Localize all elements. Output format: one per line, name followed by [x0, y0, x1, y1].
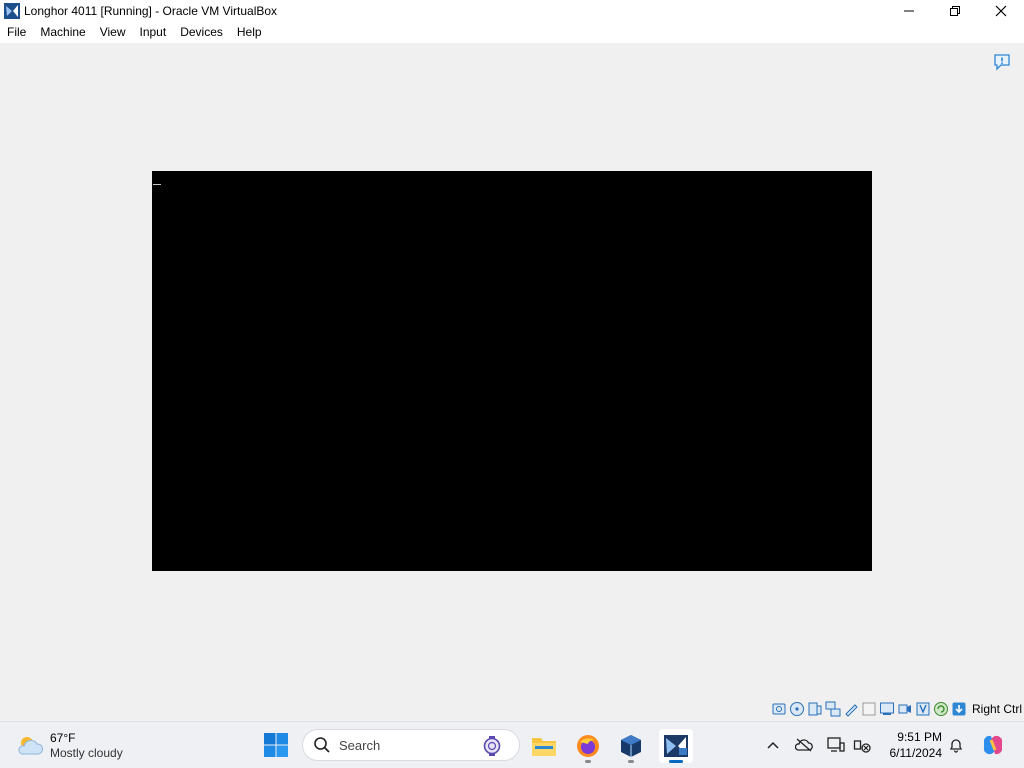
firefox-icon [577, 735, 599, 757]
active-indicator [669, 760, 683, 763]
display-project-icon [827, 737, 845, 752]
audio-icon[interactable] [807, 701, 823, 717]
window-title: Longhor 4011 [Running] - Oracle VM Virtu… [24, 4, 278, 18]
bell-icon [949, 739, 963, 753]
system-clock[interactable]: 9:51 PM 6/11/2024 [876, 729, 943, 761]
menu-help[interactable]: Help [230, 22, 269, 43]
notifications-button[interactable] [947, 736, 965, 754]
usb-icon[interactable] [843, 701, 859, 717]
optical-drive-icon[interactable] [789, 701, 805, 717]
tray-network[interactable] [853, 736, 871, 754]
copilot-button[interactable] [980, 732, 1006, 758]
weather-condition: Mostly cloudy [50, 746, 123, 760]
minimize-button[interactable] [886, 0, 932, 22]
host-key-label: Right Ctrl [971, 702, 1022, 716]
menu-devices[interactable]: Devices [173, 22, 230, 43]
status-indicators [771, 701, 967, 717]
weather-temperature: 67°F [50, 731, 76, 745]
text-cursor [153, 184, 161, 185]
hard-disk-icon[interactable] [771, 701, 787, 717]
taskbar-file-explorer[interactable] [527, 729, 561, 763]
tray-onedrive[interactable] [795, 736, 813, 754]
running-indicator [585, 760, 591, 763]
vm-display-area [0, 43, 1024, 697]
mouse-integration-icon[interactable] [915, 701, 931, 717]
tray-display[interactable] [827, 736, 845, 754]
cloud-offline-icon [795, 738, 813, 752]
vm-screen[interactable] [152, 171, 872, 571]
menu-file[interactable]: File [0, 22, 33, 43]
taskbar-firefox[interactable] [571, 729, 605, 763]
clock-time: 9:51 PM [897, 730, 942, 744]
recording-icon[interactable] [897, 701, 913, 717]
window-controls [886, 0, 1024, 22]
search-highlight-icon [483, 736, 501, 756]
taskbar-virtualbox[interactable] [614, 729, 648, 763]
virtualbox-icon [4, 3, 20, 19]
running-indicator [628, 760, 634, 763]
weather-widget[interactable]: 67°F Mostly cloudy [16, 728, 156, 764]
menu-view[interactable]: View [93, 22, 133, 43]
taskbar-longhorn-vm[interactable] [659, 729, 693, 763]
display-icon[interactable] [879, 701, 895, 717]
title-bar: Longhor 4011 [Running] - Oracle VM Virtu… [0, 0, 1024, 22]
clock-date: 6/11/2024 [889, 746, 943, 760]
search-placeholder: Search [339, 737, 381, 753]
windows-start-icon[interactable] [262, 731, 290, 759]
shared-folders-icon[interactable] [861, 701, 877, 717]
notification-icon[interactable] [993, 53, 1011, 71]
status-bar: Right Ctrl [0, 697, 1024, 721]
taskbar: 67°F Mostly cloudy Search 9:51 PM 6/11/2… [0, 721, 1024, 768]
maximize-button[interactable] [932, 0, 978, 22]
network-icon[interactable] [825, 701, 841, 717]
network-disconnected-icon [853, 740, 871, 753]
menu-bar: File Machine View Input Devices Help [0, 22, 1024, 43]
copilot-icon [983, 735, 1003, 755]
minimize-icon [904, 10, 914, 12]
search-icon [314, 737, 330, 753]
chevron-up-icon [767, 741, 779, 749]
cloud-sun-icon [18, 737, 44, 755]
close-icon [995, 5, 1007, 17]
menu-input[interactable]: Input [133, 22, 174, 43]
hostkey-icon[interactable] [951, 701, 967, 717]
close-button[interactable] [978, 0, 1024, 22]
menu-machine[interactable]: Machine [33, 22, 92, 43]
maximize-icon [950, 6, 960, 16]
cpu-icon[interactable] [933, 701, 949, 717]
file-explorer-icon [532, 738, 556, 756]
tray-overflow[interactable] [764, 736, 782, 754]
longhorn-vm-icon [664, 735, 688, 757]
taskbar-search[interactable]: Search [302, 729, 520, 761]
virtualbox-icon [621, 735, 641, 757]
